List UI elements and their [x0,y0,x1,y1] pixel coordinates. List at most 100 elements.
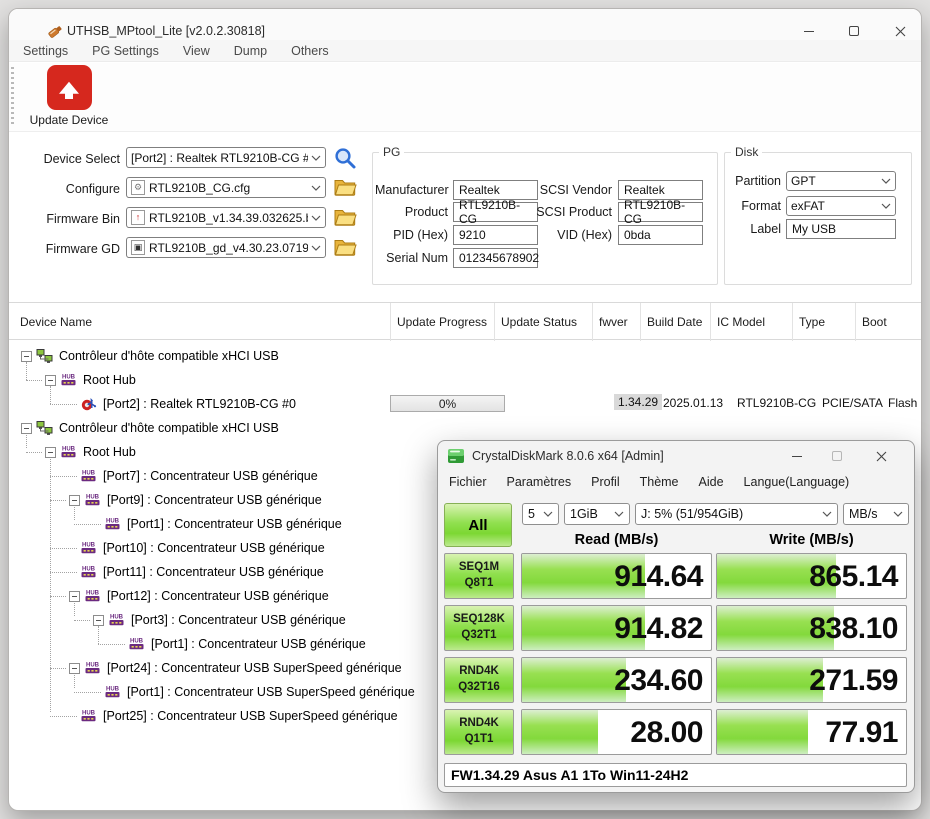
cdm-comment-field[interactable]: FW1.34.29 Asus A1 1To Win11-24H2 [444,763,907,787]
tree-row-port9[interactable]: [Port9] : Concentrateur USB générique [9,488,322,512]
product-field[interactable]: RTL9210B-CG [453,202,538,222]
cdm-drive-combo[interactable]: J: 5% (51/954GiB) [635,503,838,525]
write-header: Write (MB/s) [716,529,907,551]
tree-row-port24[interactable]: [Port24] : Concentrateur USB SuperSpeed … [9,656,402,680]
scsi-product-field[interactable]: RTL9210B-CG [618,202,703,222]
browse-firmware-gd-folder-icon[interactable] [333,237,357,257]
scsi-product-label: SCSI Product [536,205,612,219]
col-fwver[interactable]: fwver [592,303,640,341]
cdm-titlebar[interactable]: CrystalDiskMark 8.0.6 x64 [Admin] [438,441,914,471]
col-update-status[interactable]: Update Status [494,303,592,341]
tree-row-port1-ss[interactable]: [Port1] : Concentrateur USB SuperSpeed g… [9,680,415,704]
seq1m-q8t1-button[interactable]: SEQ1MQ8T1 [444,553,514,599]
tree-row-port10[interactable]: [Port10] : Concentrateur USB générique [9,536,325,560]
tree-row-controller[interactable]: Contrôleur d'hôte compatible xHCI USB [9,416,279,440]
menu-settings[interactable]: Settings [9,44,80,58]
col-type[interactable]: Type [792,303,855,341]
format-combo[interactable]: exFAT [786,196,896,216]
screen: UTHSB_MPtool_Lite [v2.0.2.30818] Setting… [0,0,930,819]
collapse-icon[interactable] [69,663,80,674]
browse-firmware-bin-folder-icon[interactable] [333,207,357,227]
write-value: 865.14 [809,554,898,599]
cdm-menu-theme[interactable]: Thème [630,475,689,489]
close-icon [895,26,906,37]
write-value: 838.10 [809,606,898,651]
seq128k-q32t1-button[interactable]: SEQ128KQ32T1 [444,605,514,651]
chevron-down-icon [822,511,832,517]
tree-row-label: [Port7] : Concentrateur USB générique [103,469,318,483]
read-value: 234.60 [614,658,703,703]
tree-row-port1[interactable]: [Port1] : Concentrateur USB générique [9,632,366,656]
update-progress-bar: 0% [390,395,505,412]
cdm-menu-aide[interactable]: Aide [689,475,734,489]
manufacturer-field[interactable]: Realtek [453,180,538,200]
tree-row-root-hub[interactable]: Root Hub [9,368,136,392]
mptool-titlebar[interactable]: UTHSB_MPtool_Lite [v2.0.2.30818] [9,9,921,40]
col-boot[interactable]: Boot [855,303,921,341]
menu-pg-settings[interactable]: PG Settings [80,44,171,58]
hub-icon [80,564,97,580]
tree-row-controller[interactable]: Contrôleur d'hôte compatible xHCI USB [9,344,279,368]
pid-hex-field[interactable]: 9210 [453,225,538,245]
usb-device-icon [80,396,97,412]
collapse-icon[interactable] [45,375,56,386]
browse-configure-folder-icon[interactable] [333,177,357,197]
tree-row-root-hub[interactable]: Root Hub [9,440,136,464]
cdm-unit-combo[interactable]: MB/s [843,503,909,525]
firmware-bin-combo[interactable]: ↑ RTL9210B_v1.34.39.032625.bin [126,207,326,228]
close-button[interactable] [887,21,913,41]
collapse-icon[interactable] [69,495,80,506]
rnd4k-q32t16-button[interactable]: RND4KQ32T16 [444,657,514,703]
update-device-button[interactable]: Update Device [21,65,117,129]
rnd4k-q32t16-read-cell: 234.60 [521,657,712,703]
scsi-vendor-field[interactable]: Realtek [618,180,703,200]
label-field[interactable]: My USB [786,219,896,239]
configure-combo[interactable]: ⚙ RTL9210B_CG.cfg [126,177,326,198]
tree-row-port11[interactable]: [Port11] : Concentrateur USB générique [9,560,324,584]
format-value: exFAT [791,199,878,213]
collapse-icon[interactable] [93,615,104,626]
serial-num-field[interactable]: 012345678902 [453,248,538,268]
minimize-button[interactable] [796,21,822,41]
firmware-gd-value: RTL9210B_gd_v4.30.23.071922.bin [149,241,308,255]
col-device-name[interactable]: Device Name [9,303,390,341]
toolbar-grip[interactable] [11,67,14,127]
tree-row-port7[interactable]: [Port7] : Concentrateur USB générique [9,464,318,488]
maximize-button[interactable] [841,21,867,41]
tree-row-port1[interactable]: [Port1] : Concentrateur USB générique [9,512,342,536]
partition-combo[interactable]: GPT [786,171,896,191]
menu-others[interactable]: Others [279,44,341,58]
cdm-minimize-button[interactable] [784,446,810,466]
tree-row-port3[interactable]: [Port3] : Concentrateur USB générique [9,608,346,632]
tree-row-label: Contrôleur d'hôte compatible xHCI USB [59,349,279,363]
firmware-gd-combo[interactable]: ▣ RTL9210B_gd_v4.30.23.071922.bin [126,237,326,258]
collapse-icon[interactable] [45,447,56,458]
tree-row-port25[interactable]: [Port25] : Concentrateur USB SuperSpeed … [9,704,398,728]
search-device-icon[interactable] [333,146,357,170]
device-select-combo[interactable]: [Port2] : Realtek RTL9210B-CG #0 [126,147,326,168]
fwver-cell: 1.34.29 [614,394,662,410]
rnd4k-q1t1-button[interactable]: RND4KQ1T1 [444,709,514,755]
col-update-progress[interactable]: Update Progress [390,303,494,341]
col-build-date[interactable]: Build Date [640,303,710,341]
collapse-icon[interactable] [69,591,80,602]
tree-row-port2-device[interactable]: [Port2] : Realtek RTL9210B-CG #0 [9,392,296,416]
chevron-down-icon [893,511,903,517]
vid-hex-field[interactable]: 0bda [618,225,703,245]
tree-row-port12[interactable]: [Port12] : Concentrateur USB générique [9,584,329,608]
col-ic-model[interactable]: IC Model [710,303,792,341]
collapse-icon[interactable] [21,351,32,362]
cdm-test-count-combo[interactable]: 5 [522,503,559,525]
cdm-menu-langue[interactable]: Langue(Language) [734,475,860,489]
menu-dump[interactable]: Dump [222,44,279,58]
cdm-test-size-combo[interactable]: 1GiB [564,503,630,525]
cdm-menu-fichier[interactable]: Fichier [438,475,497,489]
cdm-all-button[interactable]: All [444,503,512,547]
cdm-window-title: CrystalDiskMark 8.0.6 x64 [Admin] [472,449,664,463]
menu-view[interactable]: View [171,44,222,58]
cdm-menu-profil[interactable]: Profil [581,475,629,489]
cdm-menu-parametres[interactable]: Paramètres [497,475,582,489]
cdm-close-button[interactable] [868,446,894,466]
write-bar [717,710,808,754]
collapse-icon[interactable] [21,423,32,434]
